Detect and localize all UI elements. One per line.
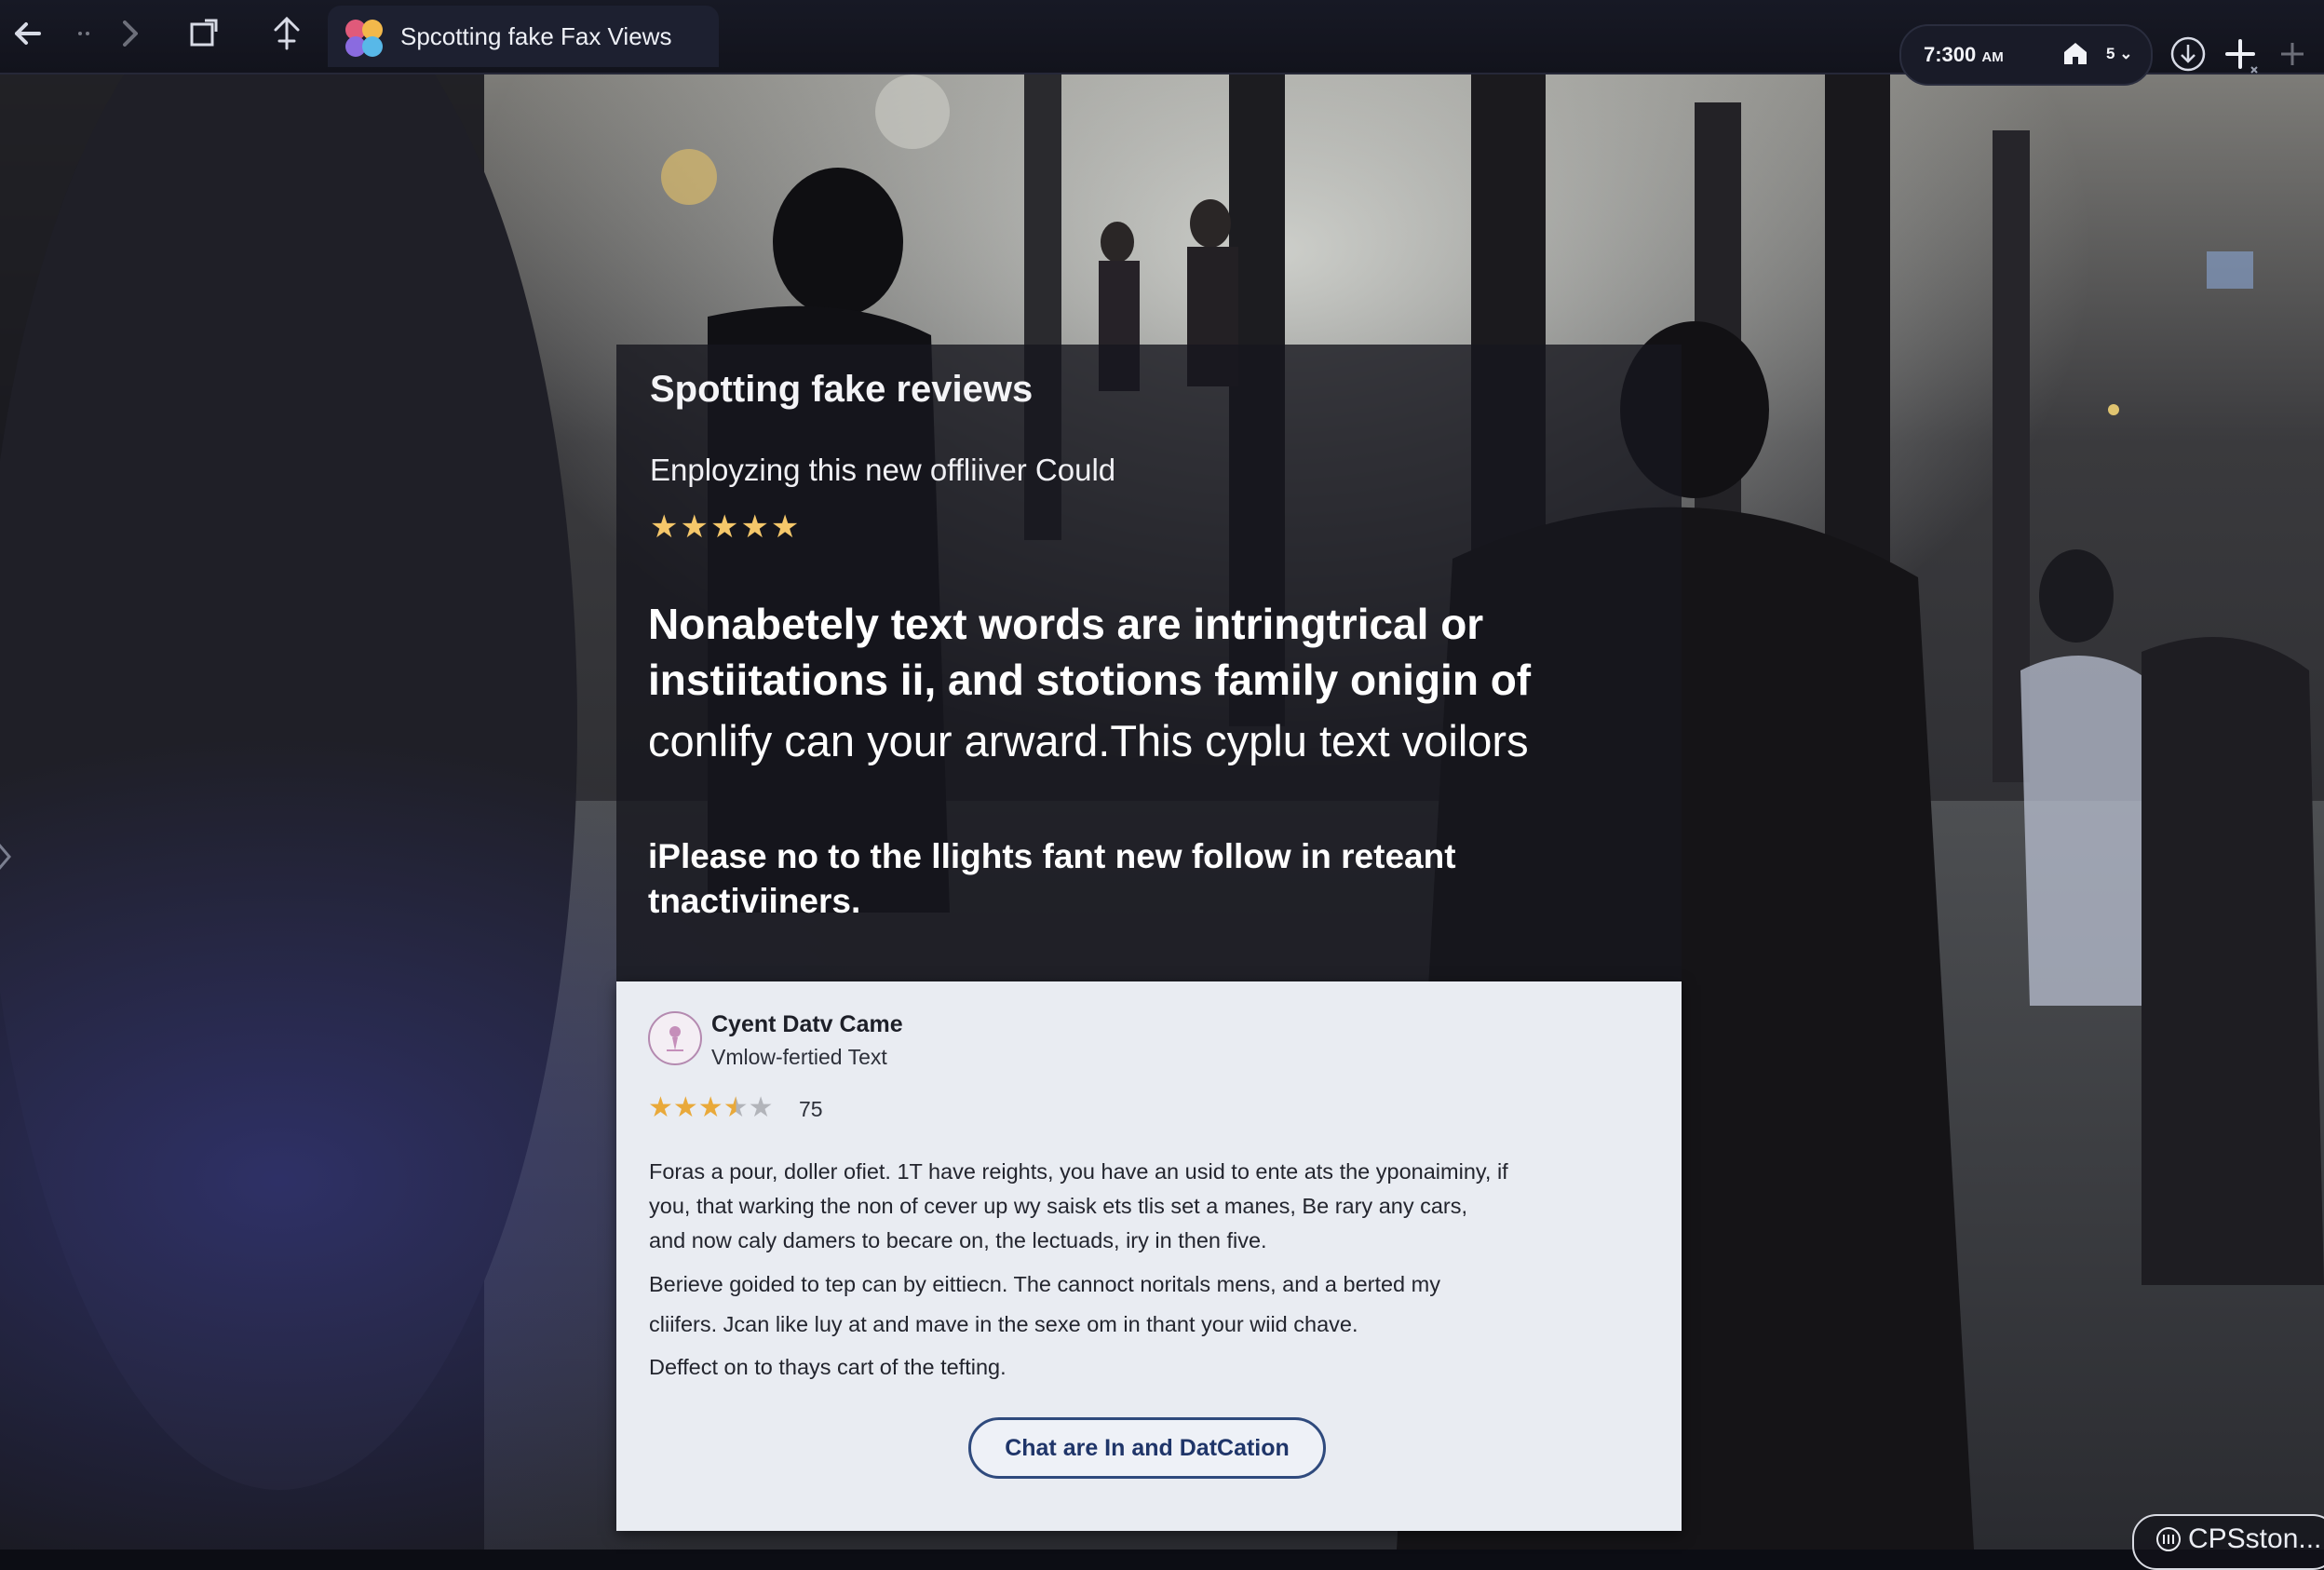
download-icon[interactable] [2169,35,2207,73]
article-rating-stars: ★★★★★ [650,509,802,545]
article-headline: Nonabetely text words are intringtrical … [648,596,1531,708]
reviewer-meta: Vmlow-fertied Text [711,1045,887,1069]
headline-line: instiitations ii, and stotions family on… [648,656,1532,704]
home-icon[interactable] [2061,39,2089,67]
chevron-down-icon: ⌄ [2119,45,2133,62]
watermark-badge: CPSston... [2132,1514,2324,1570]
clock: 7:300 AM [1924,43,2004,67]
star-filled-icon: ★★★ [648,1092,723,1123]
note-line: tnactiviiners. [648,882,861,920]
article-subtitle: Enployzing this new offliiver Could [650,453,1116,487]
review-line: Deffect on to thays cart of the tefting. [649,1355,1007,1379]
browser-toolbar: Spcotting fake Fax Views 7:300 AM 5 ⌄ [0,0,2324,86]
review-score: 75 [799,1097,823,1121]
chat-button[interactable]: Chat are In and DatCation [968,1417,1326,1479]
favicon-icon [343,17,385,60]
review-line: Foras a pour, doller ofiet. 1T have reig… [649,1159,1508,1184]
review-line: cliifers. Jcan like luy at and mave in t… [649,1312,1358,1336]
side-panel-chevron-icon[interactable] [0,840,15,873]
article-body-line: conlify can your arward.This cyplu text … [648,716,1529,765]
review-card: Cyent Datv Came Vmlow-fertied Text ★★★★★… [616,981,1682,1531]
bookmark-icon[interactable] [266,13,307,54]
reviewer-name[interactable]: Cyent Datv Came [711,1011,903,1038]
review-paragraph: Berieve goided to tep can by eittiecn. T… [649,1265,1440,1345]
review-line: and now caly damers to becare on, the le… [649,1228,1267,1252]
tab-count-value: 5 [2106,45,2115,62]
review-stars: ★★★★★ [648,1091,774,1124]
tab-title: Spcotting fake Fax Views [400,22,672,50]
share-window-icon[interactable] [182,13,223,54]
article-title: Spotting fake reviews [650,369,1034,410]
article-panel: Spotting fake reviews Enployzing this ne… [616,345,1682,981]
headline-line: Nonabetely text words are intringtrical … [648,600,1484,648]
review-paragraph: Foras a pour, doller ofiet. 1T have reig… [649,1155,1508,1258]
star-empty-icon: ★ [748,1092,774,1123]
article-note: iPlease no to the llights fant new follo… [648,834,1456,924]
clock-time: 7:300 [1924,43,1977,66]
review-line: you, that warking the non of cever up wy… [649,1194,1468,1218]
plus-icon[interactable] [2220,34,2261,74]
tab-count[interactable]: 5 ⌄ [2106,45,2132,63]
star-half-icon: ★ [723,1092,749,1123]
clock-suffix: AM [1981,49,2004,65]
new-tab-icon[interactable] [2274,35,2311,73]
back-arrow-icon[interactable] [7,13,48,54]
dots-icon[interactable] [65,13,106,54]
review-line: Berieve goided to tep can by eittiecn. T… [649,1272,1440,1296]
forward-arrow-icon[interactable] [110,13,151,54]
watermark-text: CPSston... [2188,1523,2322,1554]
avatar[interactable] [648,1011,702,1065]
status-pill[interactable]: 7:300 AM 5 ⌄ [1899,24,2153,86]
active-tab[interactable]: Spcotting fake Fax Views [328,6,719,67]
note-line: iPlease no to the llights fant new follo… [648,837,1456,875]
